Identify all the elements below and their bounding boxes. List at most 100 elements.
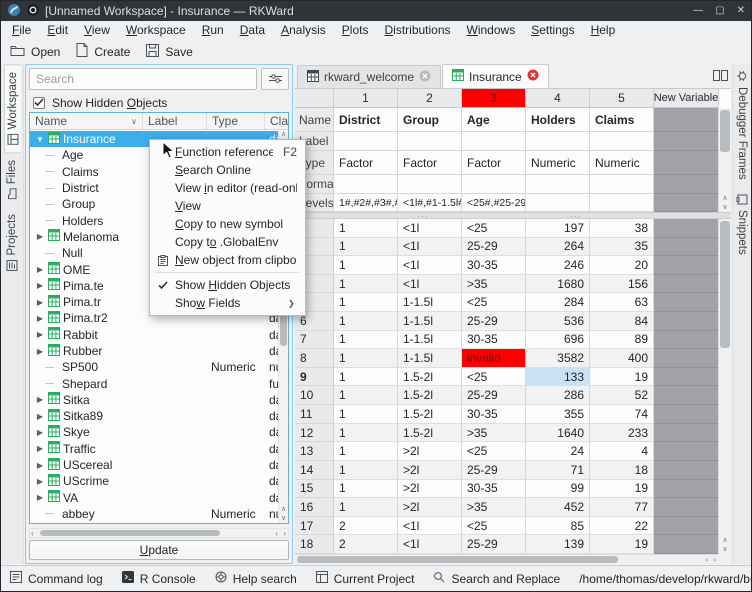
scroll-up-icon[interactable]: ∧ <box>719 195 731 203</box>
context-menu-item-copy-to-new-symbol[interactable]: Copy to new symbol <box>150 215 305 233</box>
column-header-1[interactable]: 1 <box>334 89 398 108</box>
menu-edit[interactable]: Edit <box>39 21 76 39</box>
new-variable-cell-r15[interactable] <box>654 480 719 499</box>
column-header-5[interactable]: 5 <box>590 89 654 108</box>
new-variable-meta-cell[interactable] <box>654 132 719 151</box>
meta-cell-type-c5[interactable]: Numeric <box>590 151 654 175</box>
cell-r17c3[interactable]: <25 <box>462 517 526 536</box>
sidebar-tab-debugger-frames[interactable]: Debugger Frames <box>734 64 750 187</box>
minimize-button[interactable]: — <box>693 6 703 16</box>
cell-r17c1[interactable]: 2 <box>334 517 398 536</box>
create-button[interactable]: Create <box>76 43 130 60</box>
tab-close-icon[interactable] <box>419 70 431 85</box>
context-menu-item-new-object-from-clipboard[interactable]: New object from clipboard <box>150 251 305 269</box>
new-variable-cell-r3[interactable] <box>654 256 719 275</box>
tab-insurance[interactable]: Insurance <box>442 64 549 88</box>
cell-r3c4[interactable]: 246 <box>526 256 590 275</box>
meta-cell-levels-c1[interactable]: 1#,#2#,#3#,#4 <box>334 194 398 212</box>
cell-r14c1[interactable]: 1 <box>334 461 398 480</box>
tree-item-rabbit[interactable]: ▶Rabbitdat <box>30 327 278 343</box>
cell-r3c3[interactable]: 30-35 <box>462 256 526 275</box>
statusbar-search-and-replace[interactable]: Search and Replace <box>433 571 560 586</box>
chevron-right-icon[interactable]: ▶ <box>35 395 45 404</box>
cell-r7c4[interactable]: 696 <box>526 331 590 350</box>
cell-r2c3[interactable]: 25-29 <box>462 238 526 257</box>
new-variable-cell-r11[interactable] <box>654 405 719 424</box>
meta-cell-label-c3[interactable] <box>462 132 526 151</box>
meta-cell-format-c2[interactable] <box>398 175 462 194</box>
cell-r12c3[interactable]: >35 <box>462 424 526 443</box>
cell-r4c4[interactable]: 1680 <box>526 275 590 294</box>
search-input[interactable] <box>29 68 257 90</box>
cell-r18c3[interactable]: 25-29 <box>462 535 526 554</box>
maximize-button[interactable]: ▢ <box>715 6 724 16</box>
new-variable-meta-cell[interactable] <box>654 175 719 194</box>
cell-r1c1[interactable]: 1 <box>334 219 398 238</box>
scroll-up-icon[interactable]: ∧ <box>719 537 731 545</box>
cell-r2c1[interactable]: 1 <box>334 238 398 257</box>
cell-r7c1[interactable]: 1 <box>334 331 398 350</box>
cell-r12c2[interactable]: 1.5-2l <box>398 424 462 443</box>
menu-analysis[interactable]: Analysis <box>273 21 334 39</box>
cell-r12c4[interactable]: 1640 <box>526 424 590 443</box>
row-number-12[interactable]: 12 <box>295 424 334 443</box>
cell-r14c3[interactable]: 25-29 <box>462 461 526 480</box>
cell-r14c2[interactable]: >2l <box>398 461 462 480</box>
tree-header-class[interactable]: Cla <box>264 113 288 129</box>
context-menu-item-search-online[interactable]: Search Online <box>150 161 305 179</box>
cell-r13c4[interactable]: 24 <box>526 442 590 461</box>
cell-r5c5[interactable]: 63 <box>590 293 654 312</box>
chevron-right-icon[interactable]: ▶ <box>35 461 45 470</box>
menu-file[interactable]: File <box>4 21 39 39</box>
cell-r10c2[interactable]: 1.5-2l <box>398 386 462 405</box>
cell-r9c2[interactable]: 1.5-2l <box>398 368 462 387</box>
column-header-3[interactable]: 3 <box>462 89 526 108</box>
new-variable-cell-r9[interactable] <box>654 368 719 387</box>
menu-help[interactable]: Help <box>583 21 624 39</box>
cell-r8c2[interactable]: 1-1.5l <box>398 349 462 368</box>
cell-r15c3[interactable]: 30-35 <box>462 480 526 499</box>
menu-run[interactable]: Run <box>194 21 232 39</box>
row-number-14[interactable]: 14 <box>295 461 334 480</box>
cell-r17c5[interactable]: 22 <box>590 517 654 536</box>
cell-r13c2[interactable]: >2l <box>398 442 462 461</box>
close-button[interactable]: ✕ <box>737 6 745 16</box>
cell-r11c3[interactable]: 30-35 <box>462 405 526 424</box>
tree-item-sitka[interactable]: ▶Sitkadat <box>30 392 278 408</box>
menu-workspace[interactable]: Workspace <box>118 21 194 39</box>
cell-r15c4[interactable]: 99 <box>526 480 590 499</box>
cell-r14c4[interactable]: 71 <box>526 461 590 480</box>
cell-r15c2[interactable]: >2l <box>398 480 462 499</box>
cell-r2c5[interactable]: 35 <box>590 238 654 257</box>
scroll-down-icon[interactable]: ∨ <box>719 546 731 554</box>
update-button[interactable]: Update <box>29 540 289 560</box>
cell-r9c5[interactable]: 19 <box>590 368 654 387</box>
row-number-18[interactable]: 18 <box>295 535 334 554</box>
cell-r6c4[interactable]: 536 <box>526 312 590 331</box>
chevron-right-icon[interactable]: ▶ <box>35 493 45 502</box>
cell-r10c4[interactable]: 286 <box>526 386 590 405</box>
cell-r4c1[interactable]: 1 <box>334 275 398 294</box>
cell-r9c4[interactable]: 133 <box>526 368 590 387</box>
cell-r5c1[interactable]: 1 <box>334 293 398 312</box>
filter-options-button[interactable] <box>261 68 289 90</box>
meta-cell-type-c3[interactable]: Factor <box>462 151 526 175</box>
statusbar-current-project[interactable]: Current Project <box>316 571 415 586</box>
context-menu-item-view[interactable]: View <box>150 197 305 215</box>
open-button[interactable]: Open <box>10 44 60 60</box>
row-number-13[interactable]: 13 <box>295 442 334 461</box>
new-variable-cell-r4[interactable] <box>654 275 719 294</box>
save-button[interactable]: Save <box>146 44 192 60</box>
cell-r12c5[interactable]: 233 <box>590 424 654 443</box>
context-menu-item-show-hidden-objects[interactable]: Show Hidden Objects <box>150 276 305 294</box>
tree-header-name[interactable]: Name∨ <box>30 113 142 129</box>
row-splitter[interactable]: ······ <box>295 212 731 219</box>
chevron-right-icon[interactable]: ▶ <box>35 428 45 437</box>
tree-horizontal-scrollbar[interactable]: ‹ ‹ › <box>29 528 289 538</box>
cell-r14c5[interactable]: 18 <box>590 461 654 480</box>
new-variable-meta-cell[interactable] <box>654 194 719 212</box>
tree-item-shepard[interactable]: Shepardfun <box>30 375 278 391</box>
tree-item-sitka89[interactable]: ▶Sitka89dat <box>30 408 278 424</box>
meta-vertical-scrollbar[interactable]: ∧ ∨ <box>718 108 731 212</box>
new-variable-cell-r2[interactable] <box>654 238 719 257</box>
